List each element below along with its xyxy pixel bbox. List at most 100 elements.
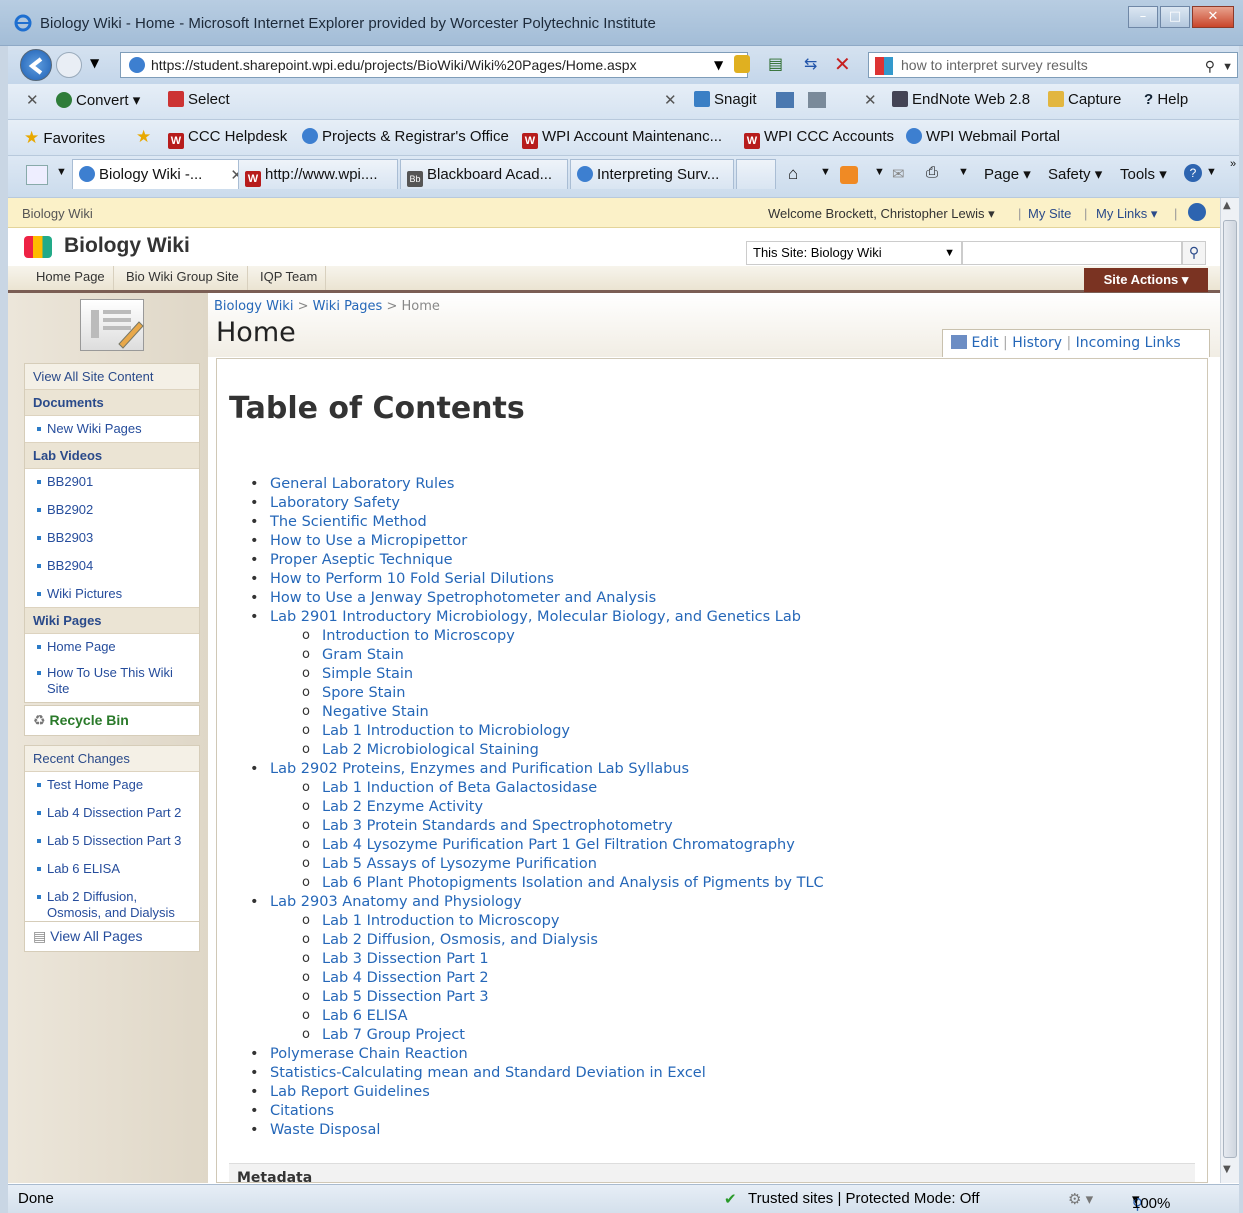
quick-tabs-icon[interactable]	[26, 165, 48, 185]
view-all-site-content-link[interactable]: View All Site Content	[25, 364, 199, 390]
stop-icon[interactable]: ✕	[834, 52, 851, 76]
tab-interpreting[interactable]: Interpreting Surv...	[570, 159, 734, 189]
history-link[interactable]: History	[1012, 335, 1062, 351]
nav-home-page[interactable]: Home Page	[28, 266, 114, 290]
snagit-editor-icon[interactable]	[808, 92, 826, 108]
address-input[interactable]: https://student.sharepoint.wpi.edu/proje…	[120, 52, 748, 78]
site-title[interactable]: Biology Wiki	[64, 234, 190, 258]
new-tab[interactable]	[736, 159, 776, 189]
read-mail-icon[interactable]: ✉	[892, 165, 905, 183]
toc-sublink[interactable]: Lab 3 Dissection Part 1	[302, 951, 489, 967]
toc-sublink[interactable]: Lab 2 Microbiological Staining	[302, 742, 539, 758]
close-toolbar-icon[interactable]: ✕	[26, 91, 39, 109]
scroll-down-icon[interactable]: ▼	[1223, 1164, 1231, 1175]
ql-item-bb2901[interactable]: BB2901	[25, 469, 199, 497]
toc-sublink[interactable]: Spore Stain	[302, 685, 406, 701]
ql-item-how-to-use[interactable]: How To Use This Wiki Site	[25, 660, 199, 702]
recent-item-lab5[interactable]: Lab 5 Dissection Part 3	[25, 828, 199, 856]
toc-sublink[interactable]: Lab 4 Dissection Part 2	[302, 970, 489, 986]
tab-biology-wiki[interactable]: Biology Wiki -... ✕	[72, 159, 252, 189]
page-menu[interactable]: Page ▾	[984, 165, 1031, 183]
help-menu-dropdown-icon[interactable]: ▼	[1206, 166, 1217, 178]
feeds-icon[interactable]	[840, 166, 858, 184]
toc-link[interactable]: General Laboratory Rules	[250, 476, 455, 492]
search-scope-select[interactable]: This Site: Biology Wiki ▼	[746, 241, 962, 265]
favorite-link-ccc-helpdesk[interactable]: W CCC Helpdesk	[168, 128, 287, 149]
toc-sublink[interactable]: Lab 1 Introduction to Microbiology	[302, 723, 570, 739]
site-actions-button[interactable]: Site Actions ▾	[1084, 268, 1208, 292]
ql-item-new-wiki-pages[interactable]: New Wiki Pages	[25, 416, 199, 442]
toc-link[interactable]: Lab 2902 Proteins, Enzymes and Purificat…	[250, 761, 689, 777]
close-snagit-icon[interactable]: ✕	[664, 91, 677, 109]
recent-item-lab2[interactable]: Lab 2 Diffusion, Osmosis, and Dialysis	[25, 884, 199, 926]
ql-header-documents[interactable]: Documents	[25, 390, 199, 416]
security-zone[interactable]: Trusted sites | Protected Mode: Off	[748, 1190, 980, 1207]
my-site-link[interactable]: My Site	[1028, 206, 1071, 221]
nav-iqp-team[interactable]: IQP Team	[252, 266, 327, 290]
safety-menu[interactable]: Safety ▾	[1048, 165, 1102, 183]
tab-list-icon[interactable]: ▼	[56, 166, 67, 178]
scroll-thumb[interactable]	[1223, 220, 1237, 1158]
ql-item-wiki-pictures[interactable]: Wiki Pictures	[25, 581, 199, 607]
scroll-up-icon[interactable]: ▲	[1223, 200, 1231, 211]
home-dropdown-icon[interactable]: ▼	[820, 166, 831, 178]
edit-link[interactable]: Edit	[971, 335, 998, 351]
band-site-title[interactable]: Biology Wiki	[22, 206, 93, 221]
toc-link[interactable]: Laboratory Safety	[250, 495, 400, 511]
endnote-button[interactable]: EndNote Web 2.8	[892, 91, 1030, 108]
favorite-link-projects[interactable]: Projects & Registrar's Office	[302, 128, 509, 145]
site-search-input[interactable]	[962, 241, 1182, 265]
tab-blackboard[interactable]: Bb Blackboard Acad...	[400, 159, 568, 189]
recent-item-test-home-page[interactable]: Test Home Page	[25, 772, 199, 800]
history-dropdown-icon[interactable]: ▼	[90, 56, 99, 70]
ql-item-bb2902[interactable]: BB2902	[25, 497, 199, 525]
print-icon[interactable]: ⎙	[926, 164, 938, 181]
nav-bio-wiki-group-site[interactable]: Bio Wiki Group Site	[118, 266, 248, 290]
toc-sublink[interactable]: Negative Stain	[302, 704, 429, 720]
ql-item-home-page[interactable]: Home Page	[25, 634, 199, 660]
feeds-dropdown-icon[interactable]: ▼	[874, 166, 885, 178]
toc-sublink[interactable]: Introduction to Microscopy	[302, 628, 515, 644]
ql-header-wiki-pages[interactable]: Wiki Pages	[25, 607, 199, 634]
breadcrumb-wiki-pages[interactable]: Wiki Pages	[313, 299, 383, 314]
ql-item-bb2904[interactable]: BB2904	[25, 553, 199, 581]
favorites-button[interactable]: ★ Favorites	[24, 128, 105, 148]
search-input[interactable]: how to interpret survey results ⚲ ▼	[868, 52, 1238, 78]
close-endnote-icon[interactable]: ✕	[864, 91, 877, 109]
toc-link[interactable]: Waste Disposal	[250, 1122, 380, 1138]
convert-button[interactable]: Convert ▾	[56, 91, 140, 109]
print-dropdown-icon[interactable]: ▼	[958, 166, 969, 178]
view-all-pages-link[interactable]: ▤ View All Pages	[24, 921, 200, 952]
snagit-button[interactable]: Snagit	[694, 91, 757, 108]
toc-sublink[interactable]: Simple Stain	[302, 666, 413, 682]
chevron-more-icon[interactable]: »	[1230, 158, 1236, 170]
help-button[interactable]: ? Help	[1144, 91, 1188, 108]
vertical-scrollbar[interactable]: ▲ ▼	[1220, 198, 1239, 1183]
tab-wpi[interactable]: Whttp://www.wpi....	[238, 159, 398, 189]
capture-button[interactable]: Capture	[1048, 91, 1121, 108]
toc-link[interactable]: Proper Aseptic Technique	[250, 552, 453, 568]
favorite-link-account[interactable]: W WPI Account Maintenanc...	[522, 128, 722, 149]
toc-sublink[interactable]: Lab 2 Enzyme Activity	[302, 799, 483, 815]
toc-sublink[interactable]: Lab 6 Plant Photopigments Isolation and …	[302, 875, 824, 891]
favorite-link-webmail[interactable]: WPI Webmail Portal	[906, 128, 1060, 145]
toc-sublink[interactable]: Lab 3 Protein Standards and Spectrophoto…	[302, 818, 673, 834]
home-icon[interactable]: ⌂	[788, 164, 798, 184]
incoming-links-link[interactable]: Incoming Links	[1076, 335, 1181, 351]
toc-sublink[interactable]: Lab 6 ELISA	[302, 1008, 407, 1024]
toc-link[interactable]: How to Use a Jenway Spetrophotometer and…	[250, 590, 656, 606]
welcome-menu[interactable]: Welcome Brockett, Christopher Lewis ▾	[768, 206, 995, 222]
help-icon[interactable]	[1188, 203, 1206, 221]
ql-header-lab-videos[interactable]: Lab Videos	[25, 442, 199, 469]
snagit-capture-icon[interactable]	[776, 92, 794, 108]
toc-link[interactable]: How to Use a Micropipettor	[250, 533, 467, 549]
toc-link[interactable]: Citations	[250, 1103, 334, 1119]
forward-button[interactable]	[56, 52, 82, 78]
toc-sublink[interactable]: Gram Stain	[302, 647, 404, 663]
recent-item-lab6[interactable]: Lab 6 ELISA	[25, 856, 199, 884]
help-menu-icon[interactable]: ?	[1184, 164, 1202, 182]
toc-sublink[interactable]: Lab 4 Lysozyme Purification Part 1 Gel F…	[302, 837, 795, 853]
breadcrumb-biology-wiki[interactable]: Biology Wiki	[214, 299, 293, 314]
search-dropdown-icon[interactable]: ▼	[1222, 55, 1233, 79]
toc-sublink[interactable]: Lab 7 Group Project	[302, 1027, 465, 1043]
